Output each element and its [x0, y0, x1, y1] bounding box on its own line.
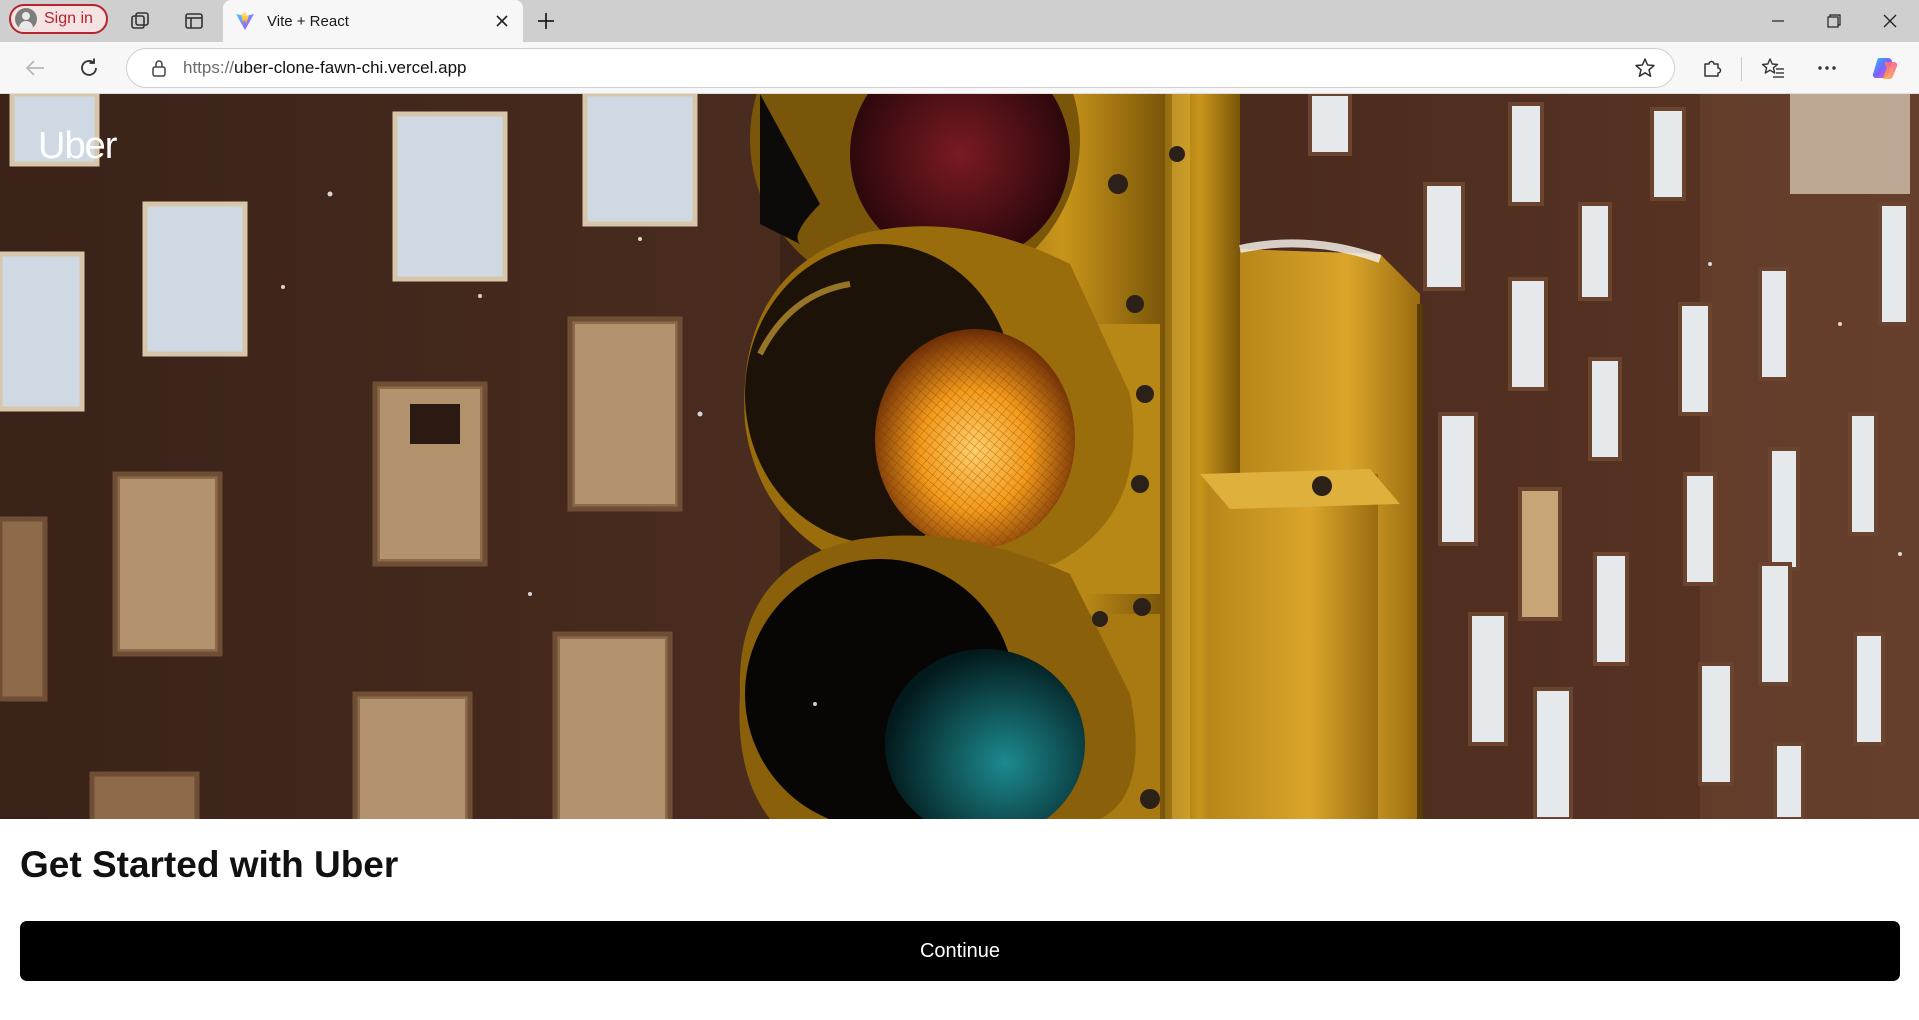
close-window-icon[interactable] [1862, 0, 1918, 42]
restore-icon[interactable] [1806, 0, 1862, 42]
signin-label: Sign in [44, 10, 93, 27]
avatar-icon [15, 8, 37, 30]
copilot-icon[interactable] [1870, 53, 1900, 83]
url-host: uber-clone-fawn-chi.vercel.app [234, 58, 467, 77]
workspaces-icon[interactable] [129, 9, 153, 33]
minimize-icon[interactable] [1750, 0, 1806, 42]
puzzle-icon[interactable] [1697, 53, 1727, 83]
vite-favicon-icon [236, 12, 254, 30]
star-icon[interactable] [1630, 53, 1660, 83]
page-heading: Get Started with Uber [20, 844, 399, 885]
tab-title: Vite + React [267, 12, 349, 30]
lock-icon[interactable] [149, 58, 169, 78]
page-content: Uber Get Started with Uber Continue [0, 94, 1919, 1020]
url-scheme: https:// [183, 58, 235, 77]
continue-button[interactable]: Continue [20, 921, 1900, 981]
address-bar[interactable]: https://uber-clone-fawn-chi.vercel.app [126, 48, 1675, 88]
tab-vite-react[interactable]: Vite + React [223, 0, 523, 42]
hero-image: Uber [0, 94, 1919, 819]
url-field[interactable]: https://uber-clone-fawn-chi.vercel.app [183, 58, 1630, 78]
reload-icon[interactable] [74, 53, 104, 83]
uber-logo: Uber [38, 125, 117, 167]
browser-toolbar: https://uber-clone-fawn-chi.vercel.app [0, 42, 1919, 94]
profile-signin-button[interactable]: Sign in [9, 4, 108, 34]
close-icon[interactable] [489, 8, 515, 34]
favorites-list-icon[interactable] [1758, 53, 1788, 83]
toolbar-divider [1741, 57, 1742, 81]
tab-actions-icon[interactable] [182, 9, 206, 33]
back-arrow-icon[interactable] [20, 53, 50, 83]
browser-tab-strip: Sign in Vite + React [0, 0, 1919, 42]
traffic-light-photo [0, 94, 1919, 819]
ellipsis-icon[interactable] [1812, 53, 1842, 83]
plus-icon[interactable] [532, 7, 560, 35]
